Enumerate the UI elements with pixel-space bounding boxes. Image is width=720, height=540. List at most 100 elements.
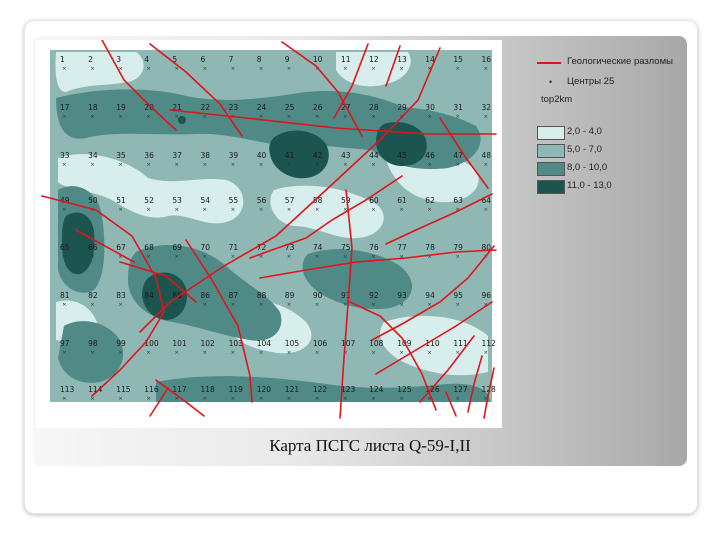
station-marker: × — [259, 396, 264, 402]
station-number: 57 — [285, 196, 295, 205]
station-number: 76 — [369, 243, 379, 252]
station-marker: × — [90, 254, 95, 260]
station-marker: × — [62, 396, 67, 402]
station-marker: × — [90, 162, 95, 168]
station-number: 43 — [341, 151, 351, 160]
station-marker: × — [259, 302, 264, 308]
station-marker: × — [399, 66, 404, 72]
station-marker: × — [90, 350, 95, 356]
station-number: 6 — [201, 55, 206, 64]
station-number: 42 — [313, 151, 323, 160]
station-marker: × — [231, 66, 236, 72]
station-number: 50 — [88, 196, 98, 205]
station-number: 118 — [201, 385, 216, 394]
station-marker: × — [287, 207, 292, 213]
station-marker: × — [427, 162, 432, 168]
station-marker: × — [231, 162, 236, 168]
station-number: 45 — [397, 151, 407, 160]
station-marker: × — [231, 302, 236, 308]
legend-range-2: 5,0 - 7,0 — [567, 144, 602, 155]
station-marker: × — [371, 207, 376, 213]
station-number: 107 — [341, 339, 356, 348]
station-marker: × — [62, 207, 67, 213]
station-marker: × — [399, 207, 404, 213]
station-marker: × — [146, 302, 151, 308]
station-marker: × — [343, 254, 348, 260]
fault-line-symbol — [537, 62, 561, 64]
station-number: 68 — [144, 243, 154, 252]
station-marker: × — [146, 162, 151, 168]
station-marker: × — [343, 162, 348, 168]
station-marker: × — [315, 302, 320, 308]
legend-swatch-1 — [537, 126, 565, 140]
station-marker: × — [259, 66, 264, 72]
station-marker: × — [287, 396, 292, 402]
station-number: 28 — [369, 103, 379, 112]
station-marker: × — [455, 396, 460, 402]
station-marker: × — [62, 302, 67, 308]
station-marker: × — [287, 162, 292, 168]
station-number: 119 — [229, 385, 244, 394]
legend-swatch-3 — [537, 162, 565, 176]
station-number: 123 — [341, 385, 356, 394]
station-number: 35 — [116, 151, 126, 160]
darkest-spot — [178, 116, 186, 124]
station-number: 56 — [257, 196, 267, 205]
station-number: 94 — [425, 291, 435, 300]
station-number: 92 — [369, 291, 379, 300]
station-number: 127 — [453, 385, 468, 394]
station-number: 122 — [313, 385, 328, 394]
station-marker: × — [484, 114, 489, 120]
station-marker: × — [343, 114, 348, 120]
station-marker: × — [203, 350, 208, 356]
map-sheet: 1 × 2 × 3 × 4 × 5 × 6 × 7 × 8 × 9 × 10 × 11 × 12 × 13 × 14 × 15 × 16 × 1… — [36, 40, 502, 428]
station-marker: × — [484, 66, 489, 72]
station-number: 34 — [88, 151, 98, 160]
station-number: 95 — [453, 291, 463, 300]
station-number: 71 — [229, 243, 239, 252]
map-caption: Карта ПСГС листа Q-59-I,II — [269, 436, 471, 455]
legend-range-4: 11,0 - 13,0 — [567, 180, 612, 191]
legend-range-3: 8,0 - 10,0 — [567, 162, 608, 173]
station-number: 63 — [453, 196, 463, 205]
station-number: 32 — [482, 103, 492, 112]
station-marker: × — [118, 207, 123, 213]
station-marker: × — [118, 396, 123, 402]
station-marker: × — [315, 396, 320, 402]
station-marker: × — [174, 350, 179, 356]
station-number: 101 — [172, 339, 187, 348]
station-marker: × — [259, 162, 264, 168]
station-marker: × — [203, 302, 208, 308]
station-number: 83 — [116, 291, 126, 300]
station-number: 89 — [285, 291, 295, 300]
station-marker: × — [118, 302, 123, 308]
station-number: 59 — [341, 196, 351, 205]
station-number: 11 — [341, 55, 351, 64]
station-marker: × — [484, 162, 489, 168]
station-marker: × — [399, 302, 404, 308]
station-number: 41 — [285, 151, 295, 160]
station-number: 62 — [425, 196, 435, 205]
station-number: 31 — [453, 103, 463, 112]
station-marker: × — [174, 207, 179, 213]
station-marker: × — [231, 207, 236, 213]
station-marker: × — [203, 254, 208, 260]
station-number: 17 — [60, 103, 70, 112]
station-number: 77 — [397, 243, 407, 252]
station-marker: × — [399, 396, 404, 402]
station-number: 79 — [453, 243, 463, 252]
station-number: 24 — [257, 103, 267, 112]
station-number: 104 — [257, 339, 272, 348]
station-number: 52 — [144, 196, 154, 205]
station-marker: × — [118, 162, 123, 168]
station-marker: × — [371, 114, 376, 120]
station-marker: × — [371, 66, 376, 72]
station-number: 75 — [341, 243, 351, 252]
station-number: 121 — [285, 385, 300, 394]
station-marker: × — [287, 302, 292, 308]
station-marker: × — [371, 254, 376, 260]
station-number: 74 — [313, 243, 323, 252]
station-marker: × — [455, 302, 460, 308]
station-marker: × — [484, 207, 489, 213]
station-number: 82 — [88, 291, 98, 300]
